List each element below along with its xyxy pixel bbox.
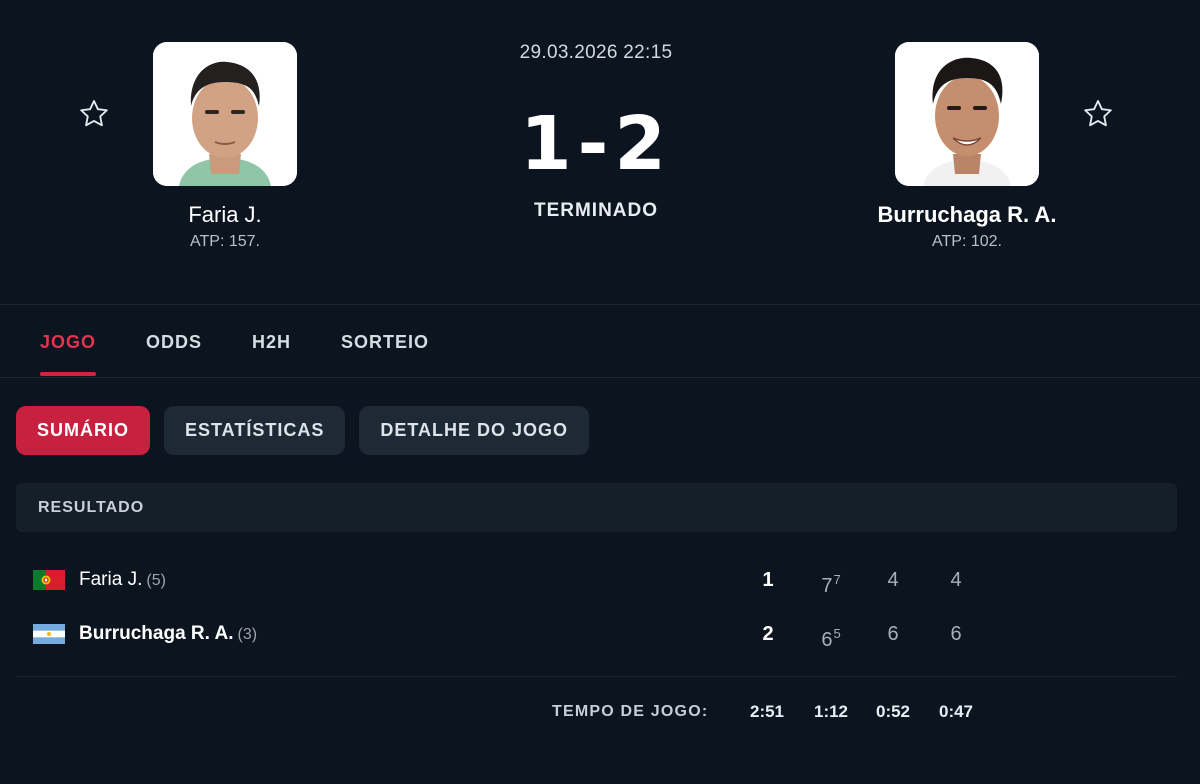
header-divider bbox=[0, 304, 1200, 305]
match-score: 1-2 bbox=[520, 101, 672, 187]
away-player-rank: ATP: 102. bbox=[932, 233, 1002, 250]
home-sets-won: 1 bbox=[762, 569, 774, 591]
tab-odds[interactable]: ODDS bbox=[146, 322, 202, 378]
tab-jogo[interactable]: JOGO bbox=[40, 322, 97, 378]
tab-h2h[interactable]: H2H bbox=[252, 322, 291, 378]
away-set-1-tiebreak: 5 bbox=[833, 626, 841, 641]
home-set-1-tiebreak: 7 bbox=[833, 572, 841, 587]
home-player[interactable]: Faria J. ATP: 157. bbox=[75, 42, 375, 253]
result-row-home: Faria J. (5) 1 77 4 4 bbox=[0, 560, 1200, 600]
result-section-header: RESULTADO bbox=[16, 483, 1177, 532]
home-player-name[interactable]: Faria J. bbox=[75, 201, 375, 229]
game-time-total: 2:51 bbox=[749, 702, 785, 721]
subtab-estatisticas[interactable]: ESTATÍSTICAS bbox=[164, 406, 346, 455]
away-player-result-name[interactable]: Burruchaga R. A. (3) bbox=[79, 620, 257, 649]
favorite-away-star-icon[interactable] bbox=[1080, 96, 1116, 132]
result-divider bbox=[16, 676, 1177, 677]
subtab-detalhe-do-jogo[interactable]: DETALHE DO JOGO bbox=[359, 406, 590, 455]
home-set-1: 77 bbox=[821, 572, 841, 597]
game-time-set-1: 1:12 bbox=[813, 702, 849, 721]
home-player-avatar[interactable] bbox=[153, 42, 297, 186]
match-date-time: 29.03.2026 22:15 bbox=[519, 42, 673, 63]
game-time-label: TEMPO DE JOGO: bbox=[552, 703, 709, 720]
home-seed: (5) bbox=[146, 572, 166, 589]
away-sets-won: 2 bbox=[762, 623, 774, 645]
tab-sorteio[interactable]: SORTEIO bbox=[341, 322, 429, 378]
match-status: TERMINADO bbox=[533, 200, 659, 221]
away-set-2: 6 bbox=[887, 623, 899, 645]
match-center-info: 29.03.2026 22:15 1-2 TERMINADO bbox=[446, 40, 746, 223]
game-time-row: TEMPO DE JOGO: 2:51 1:12 0:52 0:47 bbox=[0, 700, 1200, 726]
away-player-name[interactable]: Burruchaga R. A. bbox=[817, 201, 1117, 229]
main-tabs: JOGO ODDS H2H SORTEIO bbox=[40, 322, 479, 378]
away-player[interactable]: Burruchaga R. A. ATP: 102. bbox=[817, 42, 1117, 253]
away-player-avatar[interactable] bbox=[895, 42, 1039, 186]
portugal-flag-icon bbox=[33, 570, 65, 590]
result-row-away: Burruchaga R. A. (3) 2 65 6 6 bbox=[0, 614, 1200, 654]
away-set-1: 65 bbox=[821, 626, 841, 651]
away-set-3: 6 bbox=[950, 623, 962, 645]
match-header: Faria J. ATP: 157. 29.03.2026 22:15 1-2 … bbox=[0, 0, 1200, 304]
home-set-3: 4 bbox=[950, 569, 962, 591]
sub-tabs: SUMÁRIO ESTATÍSTICAS DETALHE DO JOGO bbox=[16, 406, 603, 455]
game-time-set-3: 0:47 bbox=[938, 702, 974, 721]
tabs-divider bbox=[0, 377, 1200, 378]
game-time-set-2: 0:52 bbox=[875, 702, 911, 721]
away-seed: (3) bbox=[237, 626, 258, 643]
home-player-rank: ATP: 157. bbox=[190, 233, 260, 250]
home-player-result-name[interactable]: Faria J. (5) bbox=[79, 566, 166, 595]
argentina-flag-icon bbox=[33, 624, 65, 644]
subtab-sumario[interactable]: SUMÁRIO bbox=[16, 406, 150, 455]
match-page: Faria J. ATP: 157. 29.03.2026 22:15 1-2 … bbox=[0, 0, 1200, 784]
home-set-2: 4 bbox=[887, 569, 899, 591]
